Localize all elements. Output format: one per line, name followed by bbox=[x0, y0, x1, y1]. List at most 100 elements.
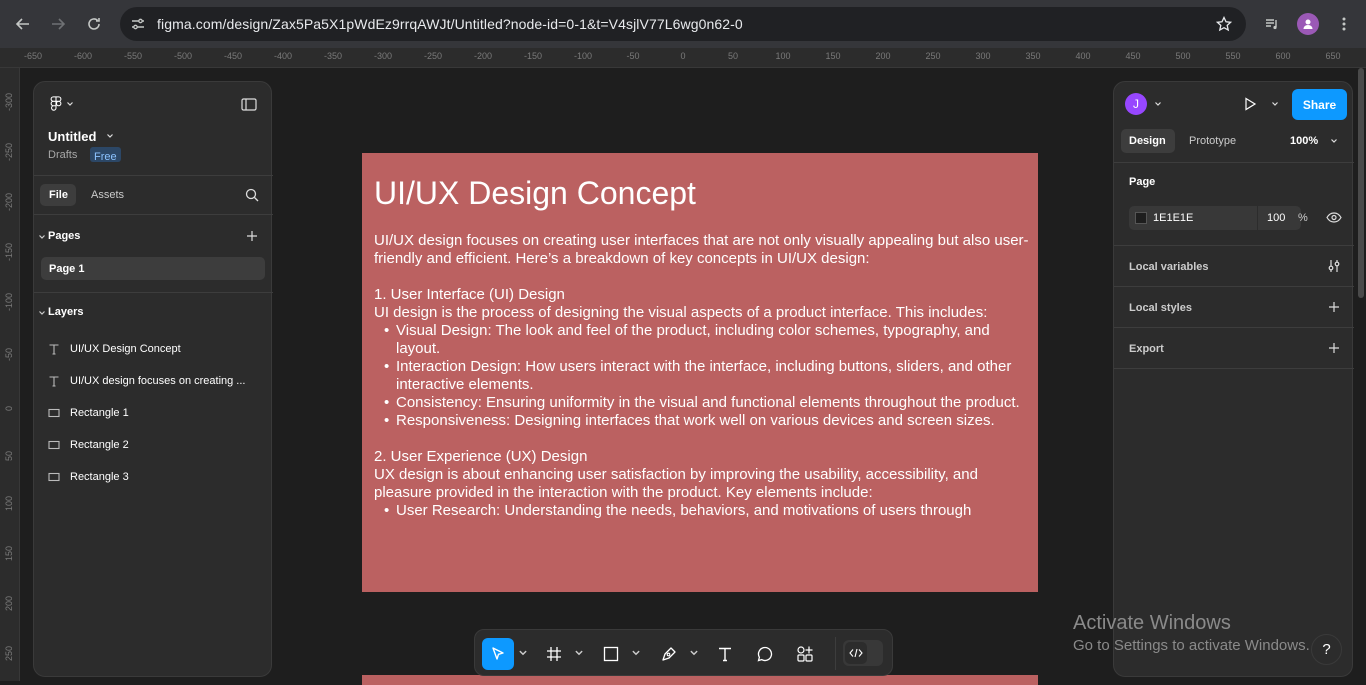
chevron-down-icon[interactable] bbox=[574, 648, 584, 658]
tab-assets[interactable]: Assets bbox=[91, 189, 124, 201]
ruler-tick-label: 650 bbox=[1325, 51, 1341, 61]
vertical-scrollbar[interactable] bbox=[1358, 68, 1364, 298]
layers-header[interactable]: Layers bbox=[48, 306, 83, 318]
ruler-tick-label: 450 bbox=[1125, 51, 1141, 61]
arrow-left-icon bbox=[15, 18, 29, 30]
add-style-icon[interactable] bbox=[1328, 301, 1340, 313]
share-button-label: Share bbox=[1302, 97, 1337, 112]
add-export-icon[interactable] bbox=[1328, 342, 1340, 354]
eye-icon[interactable] bbox=[1326, 212, 1342, 223]
address-bar[interactable]: figma.com/design/Zax5Pa5X1pWdEz9rrqAWJt/… bbox=[120, 7, 1246, 41]
pen-tool-button[interactable] bbox=[653, 638, 685, 670]
actions-tool-button[interactable] bbox=[789, 638, 821, 670]
layer-item-label: Rectangle 3 bbox=[70, 471, 129, 483]
layer-item-rectangle-3[interactable]: Rectangle 3 bbox=[48, 464, 268, 490]
ruler-tick-label: -500 bbox=[173, 51, 193, 61]
chevron-down-icon[interactable] bbox=[1271, 100, 1279, 108]
tab-design[interactable]: Design bbox=[1121, 129, 1175, 153]
section1-heading: 1. User Interface (UI) Design bbox=[374, 286, 565, 303]
sidebar-toggle-icon[interactable] bbox=[241, 98, 257, 111]
ruler-tick-label: 200 bbox=[4, 595, 14, 611]
ruler-tick-label: -650 bbox=[23, 51, 43, 61]
share-button[interactable]: Share bbox=[1292, 89, 1347, 120]
page-color-field[interactable]: 1E1E1E 100 % bbox=[1129, 206, 1308, 230]
color-swatch[interactable] bbox=[1135, 212, 1147, 224]
pages-header[interactable]: Pages bbox=[48, 230, 80, 242]
comment-tool-button[interactable] bbox=[749, 638, 781, 670]
site-settings-icon[interactable] bbox=[131, 17, 145, 31]
shape-tool-button[interactable] bbox=[595, 638, 627, 670]
tab-prototype[interactable]: Prototype bbox=[1189, 135, 1236, 147]
ruler-tick-label: 50 bbox=[4, 450, 14, 461]
local-styles-section[interactable]: Local styles bbox=[1129, 302, 1192, 314]
chevron-down-icon[interactable] bbox=[38, 309, 46, 317]
present-play-icon[interactable] bbox=[1243, 97, 1257, 111]
divider bbox=[34, 175, 273, 176]
user-avatar[interactable]: J bbox=[1125, 93, 1147, 115]
ruler-tick-label: -150 bbox=[523, 51, 543, 61]
main-menu-button[interactable] bbox=[50, 96, 74, 112]
dev-mode-toggle[interactable] bbox=[843, 640, 883, 666]
ruler-tick-label: -400 bbox=[273, 51, 293, 61]
ruler-tick-label: 350 bbox=[1025, 51, 1041, 61]
chevron-down-icon[interactable] bbox=[689, 648, 699, 658]
text-icon bbox=[49, 376, 59, 387]
vertical-ruler: -300 -250 -200 -150 -100 -50 0 50 100 150 200 250 bbox=[0, 68, 20, 681]
search-icon[interactable] bbox=[245, 188, 259, 202]
browser-menu-button[interactable] bbox=[1332, 12, 1356, 36]
rectangle-icon bbox=[48, 440, 60, 450]
media-control-button[interactable] bbox=[1260, 12, 1284, 36]
ruler-tick-label: 150 bbox=[825, 51, 841, 61]
chevron-down-icon[interactable] bbox=[631, 648, 641, 658]
plan-badge: Free bbox=[90, 147, 121, 163]
tab-file[interactable]: File bbox=[40, 184, 76, 206]
canvas-frame[interactable]: UI/UX Design Concept UI/UX design focuse… bbox=[362, 153, 1038, 592]
bookmark-star-icon[interactable] bbox=[1216, 16, 1232, 32]
chevron-down-icon[interactable] bbox=[106, 132, 114, 140]
ruler-tick-label: 150 bbox=[4, 545, 14, 561]
export-section[interactable]: Export bbox=[1129, 343, 1164, 355]
figma-logo-icon bbox=[50, 96, 62, 111]
ruler-tick-label: -450 bbox=[223, 51, 243, 61]
browser-profile-avatar[interactable] bbox=[1297, 13, 1319, 35]
page-color-value[interactable]: 1E1E1E bbox=[1153, 212, 1193, 224]
layer-item-rectangle-1[interactable]: Rectangle 1 bbox=[48, 400, 268, 426]
forward-button[interactable] bbox=[46, 12, 70, 36]
ruler-tick-label: -550 bbox=[123, 51, 143, 61]
drafts-label[interactable]: Drafts bbox=[48, 149, 77, 161]
url-text[interactable]: figma.com/design/Zax5Pa5X1pWdEz9rrqAWJt/… bbox=[157, 16, 743, 32]
chevron-down-icon[interactable] bbox=[38, 233, 46, 241]
chevron-down-icon[interactable] bbox=[1154, 100, 1162, 108]
layer-item-rectangle-2[interactable]: Rectangle 2 bbox=[48, 432, 268, 458]
chevron-down-icon[interactable] bbox=[1330, 137, 1338, 145]
help-button[interactable]: ? bbox=[1311, 634, 1342, 665]
ruler-tick-label: 400 bbox=[1075, 51, 1091, 61]
frame-tool-button[interactable] bbox=[538, 638, 570, 670]
text-tool-button[interactable] bbox=[709, 638, 741, 670]
add-page-icon[interactable] bbox=[246, 230, 258, 242]
chevron-down-icon[interactable] bbox=[518, 648, 528, 658]
frame-intro: UI/UX design focuses on creating user in… bbox=[374, 232, 1029, 267]
page-opacity-value[interactable]: 100 bbox=[1267, 212, 1285, 224]
page-item-1[interactable]: Page 1 bbox=[41, 257, 265, 280]
layer-item-body-text[interactable]: UI/UX design focuses on creating ... bbox=[48, 368, 268, 394]
ruler-tick-label: 500 bbox=[1175, 51, 1191, 61]
variables-settings-icon[interactable] bbox=[1327, 259, 1341, 273]
ruler-tick-label: -50 bbox=[626, 51, 640, 61]
reload-button[interactable] bbox=[82, 12, 106, 36]
file-title[interactable]: Untitled bbox=[48, 129, 96, 144]
ruler-tick-label: 200 bbox=[875, 51, 891, 61]
layer-item-title-text[interactable]: UI/UX Design Concept bbox=[48, 336, 268, 362]
ruler-tick-label: -200 bbox=[4, 192, 14, 211]
left-sidebar: Untitled Drafts Free File Assets Pages P… bbox=[33, 81, 273, 677]
zoom-level[interactable]: 100% bbox=[1290, 135, 1318, 147]
frame-title[interactable]: UI/UX Design Concept bbox=[374, 175, 696, 212]
back-button[interactable] bbox=[11, 12, 35, 36]
kebab-menu-icon bbox=[1342, 17, 1346, 31]
local-variables-section[interactable]: Local variables bbox=[1129, 261, 1209, 273]
canvas-rectangle[interactable] bbox=[362, 675, 1038, 685]
move-tool-button[interactable] bbox=[482, 638, 514, 670]
frame-body-text[interactable]: UI/UX design focuses on creating user in… bbox=[374, 232, 1034, 520]
divider bbox=[1114, 327, 1354, 328]
ruler-tick-label: -150 bbox=[4, 242, 14, 261]
